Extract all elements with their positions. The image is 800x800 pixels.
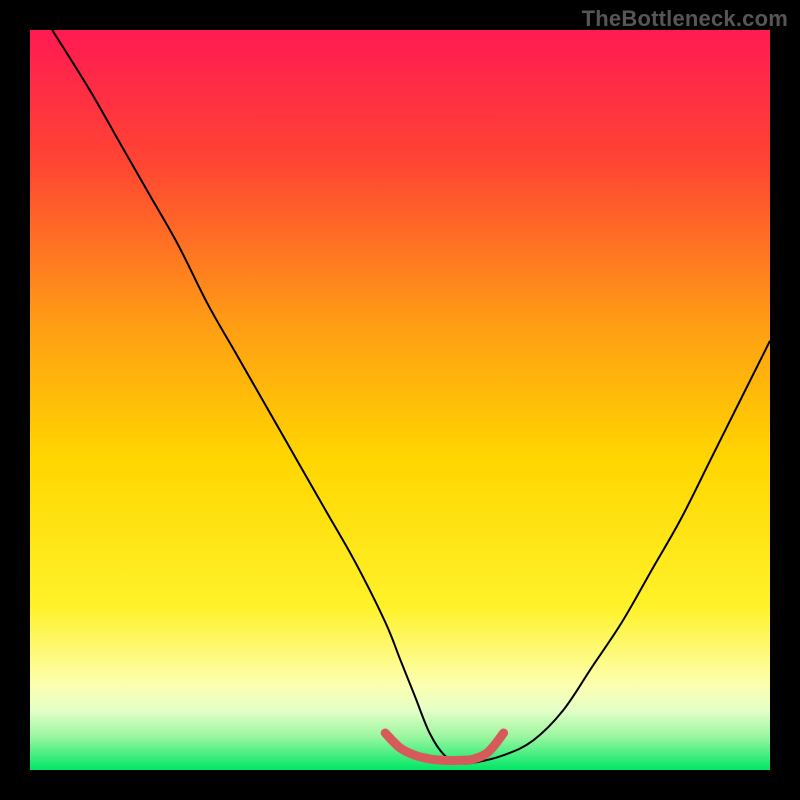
watermark-text: TheBottleneck.com [582,6,788,32]
plot-area [30,30,770,770]
chart-frame: TheBottleneck.com [0,0,800,800]
chart-svg [30,30,770,770]
